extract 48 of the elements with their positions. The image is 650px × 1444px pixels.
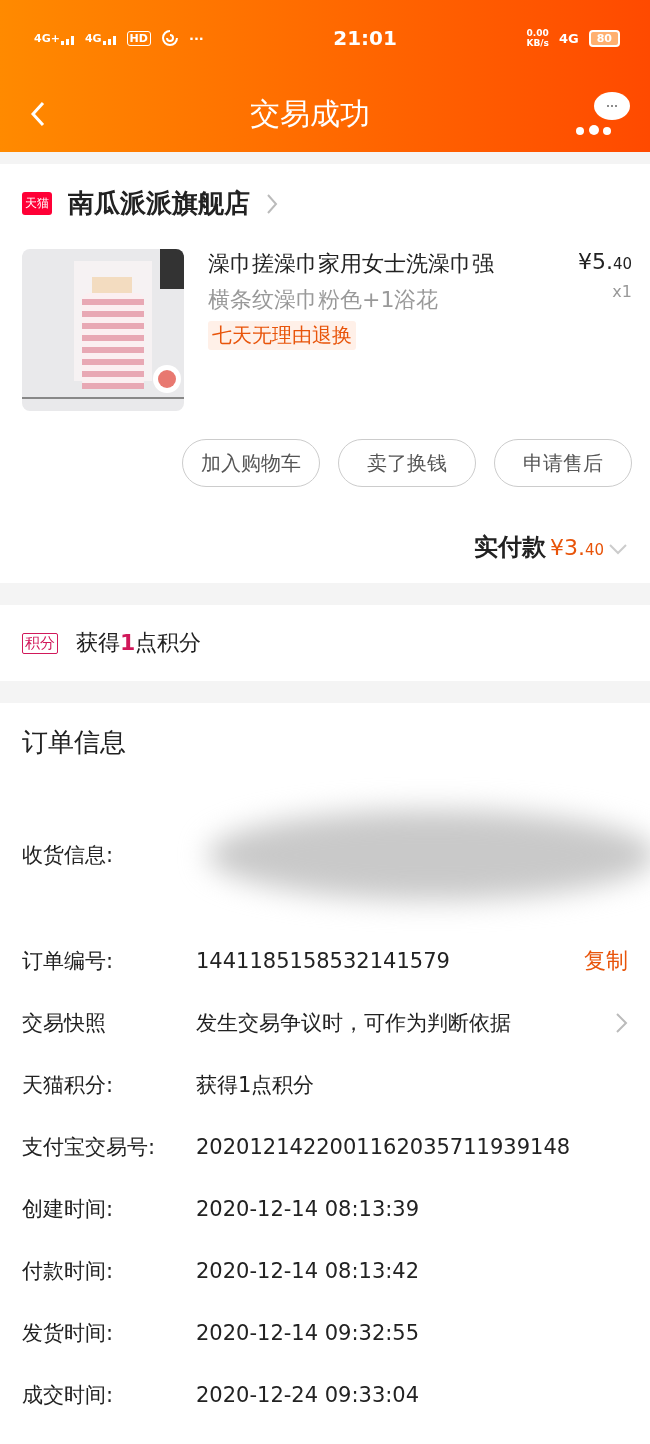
product-title[interactable]: 澡巾搓澡巾家用女士洗澡巾强 (208, 249, 548, 279)
swirl-icon (160, 29, 179, 47)
signal-indicator: 4G (84, 31, 117, 45)
info-label: 付款时间: (22, 1258, 115, 1285)
info-label: 成交时间: (22, 1382, 115, 1409)
action-button[interactable]: 卖了换钱 (338, 439, 476, 487)
more-indicator: ··· (188, 30, 204, 46)
copy-link[interactable]: 复制 (584, 946, 628, 976)
clock: 21:01 (333, 26, 397, 50)
more-icon[interactable] (574, 91, 630, 137)
back-icon[interactable] (30, 101, 46, 127)
network-indicator: 4G (558, 30, 579, 46)
quantity: x1 (612, 282, 632, 301)
info-label: 天猫积分: (22, 1072, 115, 1099)
chevron-right-icon[interactable] (614, 1012, 628, 1034)
info-value: 2020-12-24 09:33:04 (196, 1383, 421, 1407)
store-badge: 天猫 (22, 192, 52, 215)
chevron-right-icon[interactable] (266, 192, 278, 215)
info-label: 收货信息: (22, 842, 115, 869)
action-button[interactable]: 加入购物车 (182, 439, 320, 487)
info-value: 2020-12-14 09:32:55 (196, 1321, 421, 1345)
info-label: 发货时间: (22, 1320, 115, 1347)
info-value: 2020-12-14 08:13:39 (196, 1197, 421, 1221)
net-speed: 0.00 KB/s (526, 28, 549, 48)
product-variant: 横条纹澡巾粉色+1浴花 (208, 286, 440, 314)
return-tag: 七天无理由退换 (208, 321, 356, 350)
signal-indicator: 4G+ (34, 31, 75, 45)
section-title: 订单信息 (22, 726, 127, 759)
info-value: 发生交易争议时，可作为判断依据 (196, 1010, 512, 1037)
battery-indicator: 80 (588, 29, 620, 47)
page-title: 交易成功 (249, 94, 371, 133)
info-value: 获得1点积分 (196, 1072, 316, 1099)
points-badge: 积分 (22, 632, 58, 654)
info-label: 创建时间: (22, 1196, 115, 1223)
info-value: 2020-12-14 08:13:42 (196, 1259, 421, 1283)
points-text: 获得1点积分 (76, 629, 202, 657)
action-button[interactable]: 申请售后 (494, 439, 632, 487)
chevron-down-icon[interactable] (608, 543, 628, 555)
store-name[interactable]: 南瓜派派旗舰店 (68, 186, 250, 221)
price: ¥3.40 (549, 535, 604, 560)
info-label: 支付宝交易号: (22, 1134, 157, 1161)
info-label: 交易快照 (22, 1010, 107, 1037)
info-label: 订单编号: (22, 948, 115, 975)
paid-label: 实付款 (473, 532, 546, 563)
info-value: 2020121422001162035711939148 (196, 1135, 572, 1159)
hd-badge: HD (126, 30, 151, 46)
price: ¥5.40 (577, 249, 632, 274)
info-value: 1441185158532141579 (196, 949, 451, 973)
